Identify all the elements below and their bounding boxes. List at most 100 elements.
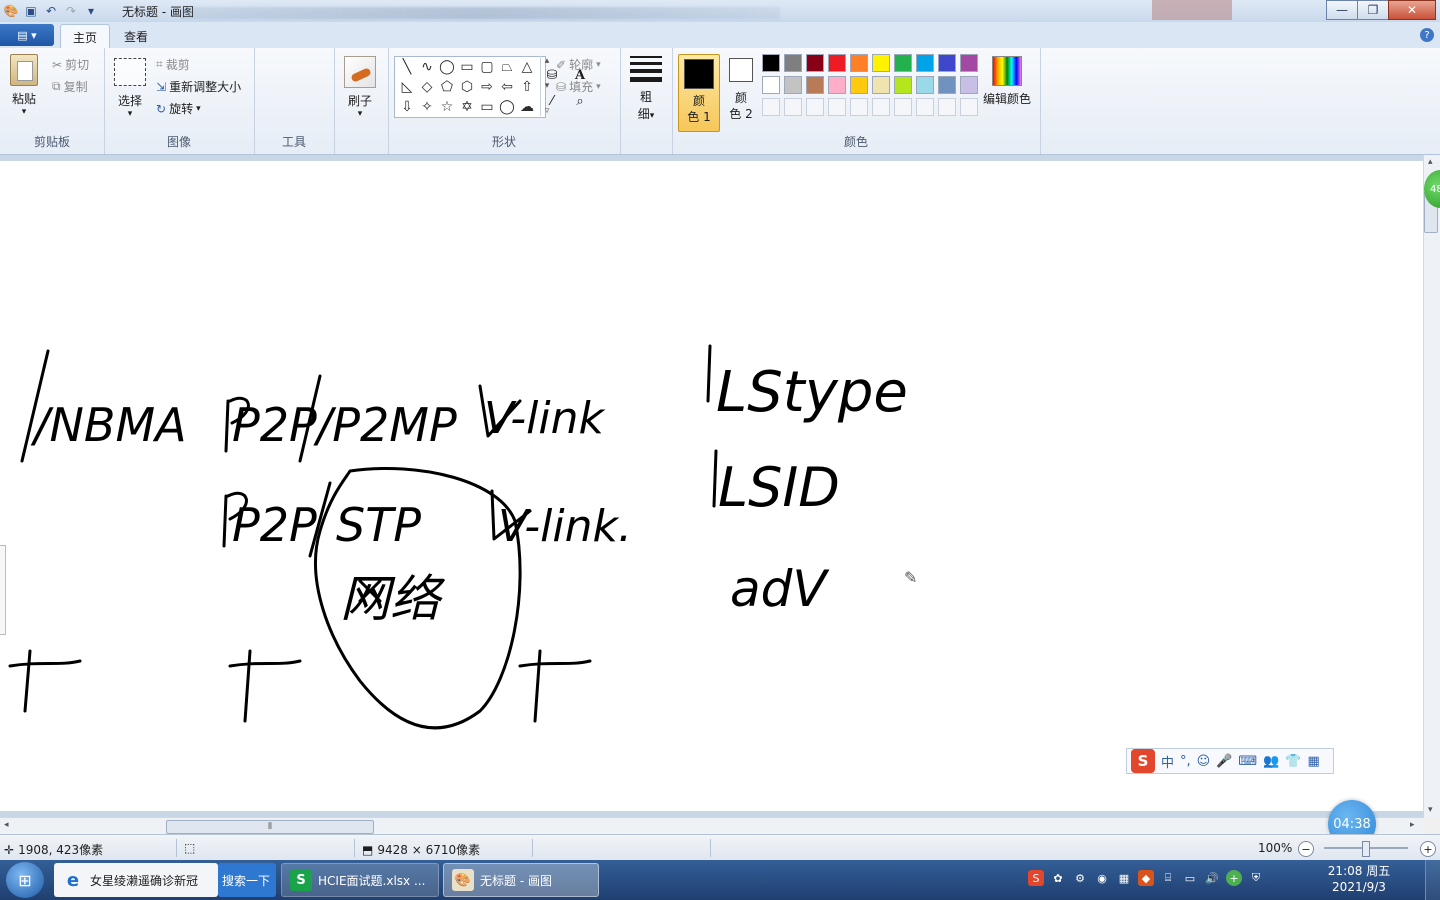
- close-button[interactable]: ✕: [1388, 0, 1436, 20]
- sogou-logo-icon[interactable]: S: [1131, 749, 1155, 773]
- vertical-scrollbar[interactable]: ▴ ▾: [1423, 155, 1440, 817]
- palette-swatch[interactable]: [828, 76, 846, 94]
- crop-button[interactable]: ⌗ 裁剪: [156, 56, 190, 73]
- scroll-up-icon[interactable]: ▴: [1428, 157, 1433, 167]
- select-button[interactable]: 选择 ▾: [114, 58, 146, 119]
- palette-swatch[interactable]: [806, 54, 824, 72]
- flower-tray-icon[interactable]: ✿: [1050, 870, 1066, 886]
- brushes-button[interactable]: 刷子 ▾: [344, 56, 376, 119]
- chevron-down-icon[interactable]: ▾: [545, 81, 550, 91]
- window-tray-icon[interactable]: ▦: [1116, 870, 1132, 886]
- palette-swatch[interactable]: [850, 98, 868, 116]
- hexagon-shape-icon[interactable]: ⬡: [457, 77, 477, 97]
- palette-swatch[interactable]: [762, 54, 780, 72]
- rect-callout-shape-icon[interactable]: ▭: [477, 97, 497, 117]
- file-menu-button[interactable]: ▤ ▾: [0, 24, 54, 46]
- palette-swatch[interactable]: [872, 54, 890, 72]
- fill-button[interactable]: ⛁ 填充 ▾: [556, 78, 601, 95]
- show-desktop-button[interactable]: [1425, 860, 1440, 900]
- rotate-button[interactable]: ↻ 旋转 ▾: [156, 100, 201, 117]
- palette-swatch[interactable]: [894, 98, 912, 116]
- palette-swatch[interactable]: [784, 98, 802, 116]
- color2-button[interactable]: 颜 色 2: [724, 54, 758, 130]
- keyboard-icon[interactable]: ⌨: [1238, 754, 1257, 769]
- redo-icon[interactable]: ↷: [62, 2, 80, 20]
- palette-swatch[interactable]: [784, 54, 802, 72]
- scroll-left-icon[interactable]: ◂: [4, 820, 9, 830]
- right-triangle-shape-icon[interactable]: ◺: [397, 77, 417, 97]
- palette-swatch[interactable]: [828, 98, 846, 116]
- start-button[interactable]: ⊞: [6, 862, 44, 898]
- horizontal-scrollbar[interactable]: ◂ ⦀ ▸: [0, 817, 1424, 834]
- taskbar-item-excel[interactable]: S HCIE面试题.xlsx ...: [281, 863, 439, 897]
- emoji-icon[interactable]: ☺: [1197, 754, 1211, 769]
- sogou-tray-icon[interactable]: S: [1028, 870, 1044, 886]
- undo-icon[interactable]: ↶: [42, 2, 60, 20]
- monitor-tray-icon[interactable]: ▭: [1182, 870, 1198, 886]
- taskbar-item-paint[interactable]: 🎨 无标题 - 画图: [443, 863, 599, 897]
- green-plus-icon[interactable]: +: [1226, 870, 1242, 886]
- taskbar-clock[interactable]: 21:08 周五 2021/9/3: [1324, 863, 1394, 895]
- zoom-in-icon[interactable]: +: [1420, 841, 1436, 857]
- resize-button[interactable]: ⇲ 重新调整大小: [156, 78, 241, 95]
- right-arrow-shape-icon[interactable]: ⇨: [477, 77, 497, 97]
- app-tray-icon[interactable]: ◆: [1138, 870, 1154, 886]
- palette-swatch[interactable]: [916, 54, 934, 72]
- outline-button[interactable]: ✐ 轮廓 ▾: [556, 56, 601, 73]
- left-arrow-shape-icon[interactable]: ⇦: [497, 77, 517, 97]
- rectangle-shape-icon[interactable]: ▭: [457, 57, 477, 77]
- rounded-rectangle-shape-icon[interactable]: ▢: [477, 57, 497, 77]
- palette-swatch[interactable]: [806, 98, 824, 116]
- palette-swatch[interactable]: [960, 54, 978, 72]
- polygon-shape-icon[interactable]: ⏢: [497, 57, 517, 77]
- cut-button[interactable]: ✂ 剪切: [52, 56, 89, 73]
- drawing-canvas[interactable]: /NBMA P2P/P2MP V-link LStype STP P2P V-l…: [0, 161, 1424, 811]
- ime-mode-toggle[interactable]: 中: [1161, 752, 1174, 771]
- oval-shape-icon[interactable]: ◯: [437, 57, 457, 77]
- palette-swatch[interactable]: [806, 76, 824, 94]
- color1-button[interactable]: 颜 色 1: [678, 54, 720, 132]
- taskbar-item-ie[interactable]: e 女星绫濑遥确诊新冠: [54, 863, 218, 897]
- cloud-callout-shape-icon[interactable]: ☁: [517, 97, 537, 117]
- copy-button[interactable]: ⧉ 复制: [52, 78, 88, 95]
- curve-shape-icon[interactable]: ∿: [417, 57, 437, 77]
- palette-swatch[interactable]: [938, 76, 956, 94]
- scroll-right-icon[interactable]: ▸: [1410, 820, 1415, 830]
- pentagon-shape-icon[interactable]: ⬠: [437, 77, 457, 97]
- minimize-button[interactable]: —: [1326, 0, 1358, 20]
- help-icon[interactable]: ?: [1420, 28, 1434, 42]
- four-point-star-shape-icon[interactable]: ✧: [417, 97, 437, 117]
- paint-app-icon[interactable]: 🎨: [2, 2, 20, 20]
- size-button[interactable]: 粗 细▾: [628, 56, 664, 122]
- horizontal-scroll-thumb[interactable]: ⦀: [166, 820, 374, 834]
- oval-callout-shape-icon[interactable]: ◯: [497, 97, 517, 117]
- maximize-button[interactable]: ❐: [1357, 0, 1389, 20]
- chevron-up-icon[interactable]: ▴: [545, 56, 550, 66]
- palette-swatch[interactable]: [894, 54, 912, 72]
- zoom-slider-thumb[interactable]: [1362, 841, 1370, 857]
- skin-icon[interactable]: 👕: [1285, 754, 1301, 769]
- zoom-out-icon[interactable]: −: [1298, 841, 1314, 857]
- palette-swatch[interactable]: [784, 76, 802, 94]
- toolbox-icon[interactable]: ▦: [1308, 754, 1320, 769]
- palette-swatch[interactable]: [916, 76, 934, 94]
- tab-view[interactable]: 查看: [112, 24, 160, 48]
- volume-icon[interactable]: 🔊: [1204, 870, 1220, 886]
- user-icon[interactable]: 👥: [1263, 754, 1279, 769]
- tool-tray-icon[interactable]: ⚙: [1072, 870, 1088, 886]
- save-icon[interactable]: ▣: [22, 2, 40, 20]
- up-arrow-shape-icon[interactable]: ⇧: [517, 77, 537, 97]
- line-shape-icon[interactable]: ╲: [397, 57, 417, 77]
- palette-swatch[interactable]: [894, 76, 912, 94]
- network-tray-icon[interactable]: ⌸: [1160, 870, 1176, 886]
- customize-toolbar-icon[interactable]: ▾: [82, 2, 100, 20]
- five-point-star-shape-icon[interactable]: ☆: [437, 97, 457, 117]
- expand-gallery-icon[interactable]: ▿: [545, 106, 550, 116]
- microphone-icon[interactable]: 🎤: [1216, 754, 1232, 769]
- palette-swatch[interactable]: [960, 76, 978, 94]
- palette-swatch[interactable]: [872, 76, 890, 94]
- palette-swatch[interactable]: [872, 98, 890, 116]
- palette-swatch[interactable]: [960, 98, 978, 116]
- triangle-shape-icon[interactable]: △: [517, 57, 537, 77]
- paste-button[interactable]: 粘贴 ▾: [10, 54, 38, 117]
